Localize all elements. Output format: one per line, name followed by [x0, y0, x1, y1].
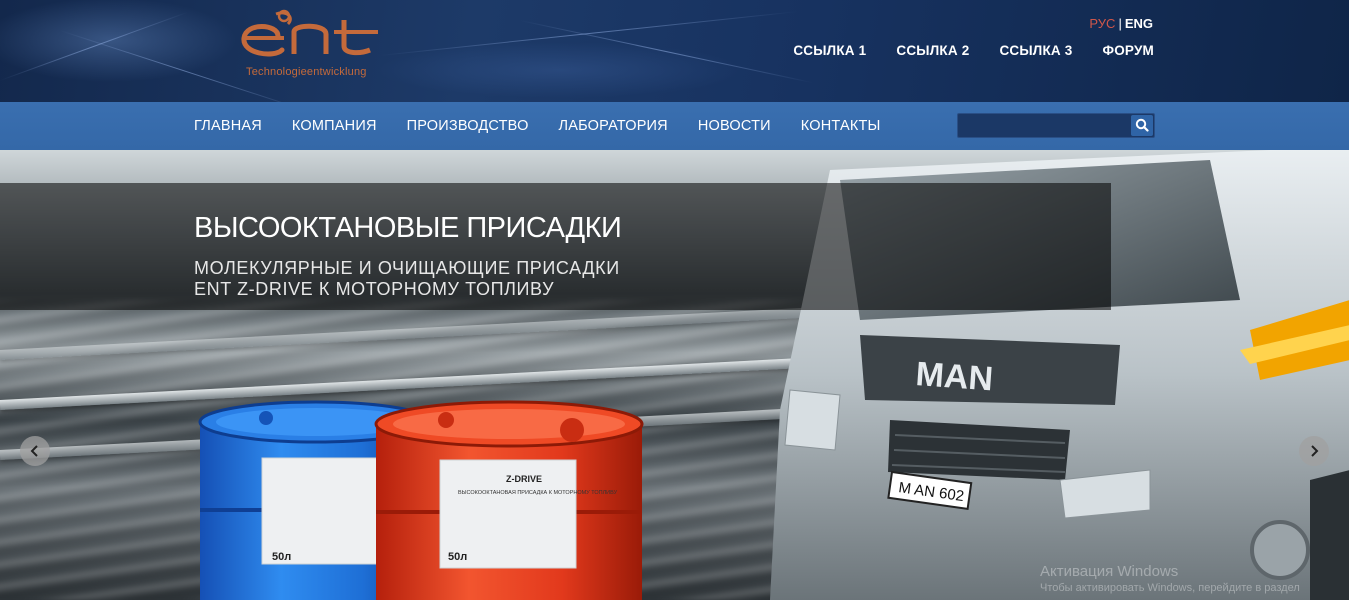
- hero-subtitle: МОЛЕКУЛЯРНЫЕ И ОЧИЩАЮЩИЕ ПРИСАДКИ ENT Z-…: [194, 258, 714, 300]
- slider-next-button[interactable]: [1299, 436, 1329, 466]
- chevron-right-icon: [1311, 445, 1319, 457]
- slider-prev-button[interactable]: [20, 436, 50, 466]
- top-link-1[interactable]: ССЫЛКА 1: [793, 43, 866, 58]
- search-input[interactable]: [958, 114, 1130, 137]
- language-switcher: РУС | ENG: [1089, 16, 1153, 31]
- nav-item-laboratory[interactable]: ЛАБОРАТОРИЯ: [559, 118, 668, 134]
- light-streak: [379, 11, 798, 56]
- top-links-nav: ССЫЛКА 1 ССЫЛКА 2 ССЫЛКА 3 ФОРУМ: [793, 43, 1154, 58]
- nav-item-company[interactable]: КОМПАНИЯ: [292, 118, 377, 134]
- lang-en-link[interactable]: ENG: [1125, 16, 1153, 31]
- lang-separator: |: [1118, 16, 1122, 31]
- top-header: Technologieentwicklung РУС | ENG ССЫЛКА 1 …: [0, 0, 1349, 102]
- nav-item-news[interactable]: НОВОСТИ: [698, 118, 771, 134]
- hero-slider: MAN M AN 602 ВЫСООКТАНОВЫЕ ПРИСАДКИ МОЛЕ…: [0, 150, 1349, 600]
- windows-activation-watermark: Активация Windows Чтобы активировать Win…: [1040, 563, 1300, 594]
- nav-item-production[interactable]: ПРОИЗВОДСТВО: [407, 118, 529, 134]
- nav-item-contacts[interactable]: КОНТАКТЫ: [801, 118, 881, 134]
- hero-title: ВЫСООКТАНОВЫЕ ПРИСАДКИ: [194, 212, 622, 244]
- chevron-left-icon: [30, 445, 38, 457]
- barrel-volume-blue: 50л: [272, 551, 291, 563]
- search-icon: [1135, 118, 1149, 132]
- product-barrels-image: Z-DRIVE ВЫСОКООКТАНОВАЯ ПРИСАДКА К МОТОР…: [198, 400, 644, 600]
- logo-icon: [241, 9, 378, 57]
- hero-subtitle-line2: ENT Z-DRIVE К МОТОРНОМУ ТОПЛИВУ: [194, 279, 555, 299]
- top-link-2[interactable]: ССЫЛКА 2: [896, 43, 969, 58]
- top-link-3[interactable]: ССЫЛКА 3: [999, 43, 1072, 58]
- barrel-label-title: Z-DRIVE: [506, 474, 542, 484]
- watermark-line2: Чтобы активировать Windows, перейдите в …: [1040, 582, 1300, 594]
- site-logo[interactable]: Technologieentwicklung: [236, 8, 381, 84]
- logo-tagline: Technologieentwicklung: [246, 66, 367, 78]
- main-nav-items: ГЛАВНАЯ КОМПАНИЯ ПРОИЗВОДСТВО ЛАБОРАТОРИ…: [194, 102, 881, 150]
- truck-brand: MAN: [914, 355, 994, 398]
- search-box: [957, 113, 1155, 138]
- watermark-line1: Активация Windows: [1040, 563, 1179, 580]
- top-link-forum[interactable]: ФОРУМ: [1103, 43, 1155, 58]
- barrel-label-text: ВЫСОКООКТАНОВАЯ ПРИСАДКА К МОТОРНОМУ ТОП…: [458, 490, 618, 496]
- light-streak: [519, 20, 814, 84]
- nav-item-home[interactable]: ГЛАВНАЯ: [194, 118, 262, 134]
- light-streak: [0, 11, 189, 81]
- search-button[interactable]: [1131, 115, 1153, 136]
- barrel-volume: 50л: [448, 551, 467, 563]
- lang-ru-link[interactable]: РУС: [1089, 16, 1115, 31]
- hero-subtitle-line1: МОЛЕКУЛЯРНЫЕ И ОЧИЩАЮЩИЕ ПРИСАДКИ: [194, 258, 620, 278]
